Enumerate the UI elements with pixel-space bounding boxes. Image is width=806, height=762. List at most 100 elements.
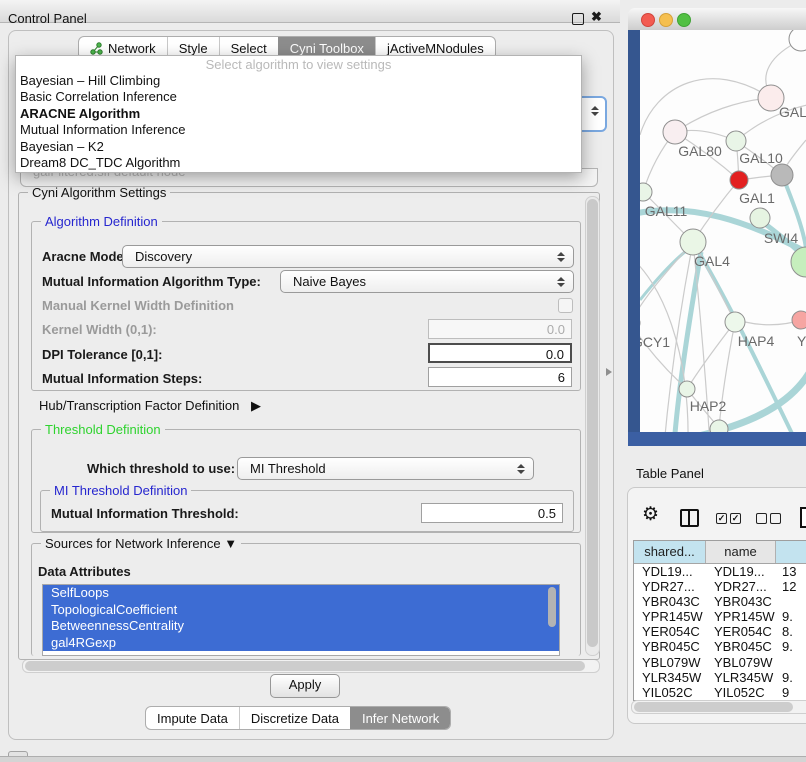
manual-kernel-checkbox[interactable] [558, 298, 573, 313]
hub-definition-label: Hub/Transcription Factor Definition [39, 398, 239, 413]
aracne-mode-label: Aracne Mode: [42, 249, 128, 264]
which-threshold-value: MI Threshold [238, 461, 326, 476]
dropdown-item-basic-correlation-inference[interactable]: Basic Correlation Inference [16, 89, 581, 105]
which-threshold-select[interactable]: MI Threshold [237, 457, 534, 480]
column-header-name[interactable]: name [706, 541, 776, 563]
table-row[interactable]: YBR045CYBR045C9. [634, 639, 806, 654]
table-cell: YER054C [634, 624, 706, 639]
list-scrollbar[interactable] [548, 587, 556, 635]
settings-group-title: Cyni Algorithm Settings [28, 185, 170, 200]
table-horizontal-scrollbar[interactable] [631, 700, 806, 714]
table-row[interactable]: YDR27...YDR27...12 [634, 579, 806, 594]
table-cell: YER054C [706, 624, 776, 639]
select-all-checkbox-icon[interactable]: ✓ [716, 513, 727, 524]
table-row[interactable]: YBL079WYBL079W [634, 655, 806, 670]
split-view-icon[interactable] [680, 509, 699, 527]
table-panel: ⚙ ✓ ✓ shared...name YDL19...YDL19...13YD… [627, 487, 806, 724]
tab-label: Select [231, 41, 267, 56]
dpi-tolerance-label: DPI Tolerance [0,1]: [42, 347, 162, 362]
column-header-col2[interactable] [776, 541, 806, 563]
manual-kernel-label: Manual Kernel Width Definition [42, 298, 234, 313]
dpi-tolerance-input[interactable]: 0.0 [428, 343, 572, 363]
network-node[interactable] [771, 164, 793, 186]
zoom-traffic-light[interactable] [677, 13, 691, 27]
table-cell [776, 594, 806, 609]
aracne-mode-select[interactable]: Discovery [122, 245, 574, 268]
node-label-gal4: GAL4 [694, 253, 730, 269]
network-canvas[interactable]: GALGAL80GAL10GAL1GAL11SWI4GAL4GCY1HAP4YH… [628, 30, 806, 446]
table-cell: YBL079W [634, 655, 706, 670]
network-node[interactable] [725, 312, 745, 332]
network-node[interactable] [792, 311, 806, 329]
tab-label: Impute Data [157, 711, 228, 726]
table-row[interactable]: YLR345WYLR345W9. [634, 670, 806, 685]
float-window-icon[interactable] [572, 13, 584, 25]
network-icon [90, 42, 103, 55]
minimize-traffic-light[interactable] [659, 13, 673, 27]
table-row[interactable]: YER054CYER054C8. [634, 624, 806, 639]
which-threshold-label: Which threshold to use: [87, 461, 235, 476]
attribute-item-topologicalcoefficient[interactable]: TopologicalCoefficient [43, 602, 559, 619]
table-row[interactable]: YIL052CYIL052C9 [634, 685, 806, 700]
data-attributes-list[interactable]: SelfLoopsTopologicalCoefficientBetweenne… [42, 584, 560, 656]
attribute-item-betweennesscentrality[interactable]: BetweennessCentrality [43, 618, 559, 635]
close-traffic-light[interactable] [641, 13, 655, 27]
table-row[interactable]: YPR145WYPR145W9. [634, 609, 806, 624]
sources-group: Sources for Network Inference ▼ Data Att… [31, 543, 581, 656]
aracne-mode-value: Discovery [123, 249, 192, 264]
network-node[interactable] [730, 171, 748, 189]
gear-icon[interactable]: ⚙ [642, 505, 659, 524]
attribute-item-gal4rgexp[interactable]: gal4RGexp [43, 635, 559, 652]
new-table-icon[interactable] [800, 507, 806, 528]
network-node[interactable] [750, 208, 770, 228]
close-icon[interactable]: ✖ [591, 9, 602, 25]
tab-impute-data[interactable]: Impute Data [146, 707, 239, 729]
dropdown-item-aracne-algorithm[interactable]: ARACNE Algorithm [16, 106, 581, 122]
table-cell: YDL19... [634, 564, 706, 579]
tab-label: Network [108, 41, 156, 56]
mi-threshold-definition-title: MI Threshold Definition [50, 483, 191, 498]
node-label-gal: GAL [779, 104, 806, 120]
dropdown-item-bayesian-k2[interactable]: Bayesian – K2 [16, 139, 581, 155]
table-cell: 9 [776, 685, 806, 700]
dropdown-item-bayesian-hill-climbing[interactable]: Bayesian – Hill Climbing [16, 73, 581, 89]
kernel-width-input: 0.0 [428, 319, 572, 339]
threshold-definition-title: Threshold Definition [41, 422, 165, 437]
table-cell: YDL19... [706, 564, 776, 579]
window-frame-left [628, 30, 640, 446]
apply-button[interactable]: Apply [270, 674, 340, 698]
cyni-algorithm-settings-group: Cyni Algorithm Settings Algorithm Defini… [18, 192, 600, 660]
mi-type-select[interactable]: Naive Bayes [280, 270, 574, 293]
table-cell: YBR045C [706, 639, 776, 654]
tab-discretize-data[interactable]: Discretize Data [239, 707, 350, 729]
mi-threshold-definition-group: MI Threshold Definition Mutual Informati… [40, 490, 574, 532]
network-node[interactable] [663, 120, 687, 144]
table-header-row: shared...name [634, 541, 806, 564]
settings-vertical-scrollbar[interactable] [585, 196, 600, 656]
network-view-window: GALGAL80GAL10GAL1GAL11SWI4GAL4GCY1HAP4YH… [628, 8, 806, 446]
table-cell: YLR345W [706, 670, 776, 685]
deselect-checkbox-icon2[interactable] [770, 513, 781, 524]
dropdown-item-mutual-information-inference[interactable]: Mutual Information Inference [16, 122, 581, 138]
network-node[interactable] [679, 381, 695, 397]
node-label-swi4: SWI4 [764, 230, 798, 246]
table-row[interactable]: YDL19...YDL19...13 [634, 564, 806, 579]
dropdown-item-dream8-dc-tdc-algorithm[interactable]: Dream8 DC_TDC Algorithm [16, 155, 581, 171]
settings-horizontal-scrollbar[interactable] [22, 659, 600, 673]
table-cell: YPR145W [706, 609, 776, 624]
mi-steps-input[interactable]: 6 [428, 367, 572, 387]
attribute-item-selfloops[interactable]: SelfLoops [43, 585, 559, 602]
network-node[interactable] [680, 229, 706, 255]
column-header-shared-[interactable]: shared... [634, 541, 706, 563]
select-all-checkbox-icon2[interactable]: ✓ [730, 513, 741, 524]
collapsed-arrow-icon: ▶ [251, 398, 261, 413]
network-node[interactable] [726, 131, 746, 151]
mi-threshold-input[interactable]: 0.5 [421, 503, 563, 523]
mi-threshold-label: Mutual Information Threshold: [51, 506, 239, 521]
hub-definition-expander[interactable]: Hub/Transcription Factor Definition ▶ [39, 398, 261, 414]
table-row[interactable]: YBR043CYBR043C [634, 594, 806, 609]
tab-infer-network[interactable]: Infer Network [350, 707, 450, 729]
deselect-checkbox-icon[interactable] [756, 513, 767, 524]
kernel-width-label: Kernel Width (0,1): [42, 322, 157, 337]
table-cell: 9. [776, 670, 806, 685]
